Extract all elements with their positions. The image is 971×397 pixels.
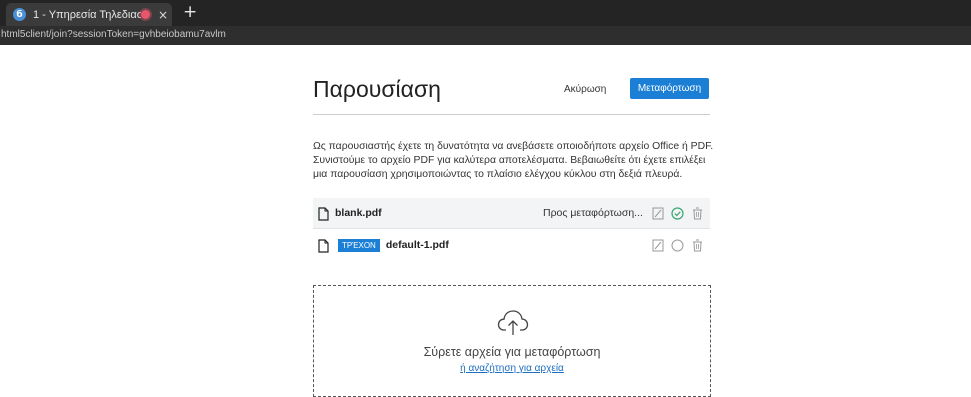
url-text: html5client/join?sessionToken=gvhbeiobam… [1,29,226,40]
site-favicon-icon: б [13,8,26,21]
file-dropzone[interactable]: Σύρετε αρχεία για μεταφόρτωση ή αναζήτησ… [313,285,711,397]
panel-description: Ως παρουσιαστής έχετε τη δυνατότητα να α… [313,141,714,180]
current-badge: ΤΡΈΧΟΝ [338,238,380,252]
cloud-upload-icon [497,308,529,340]
edit-icon[interactable] [651,207,664,220]
file-row: ΤΡΈΧΟΝ default-1.pdf [313,230,710,260]
recording-indicator-icon [141,10,150,19]
new-tab-button[interactable]: + [183,2,197,22]
edit-icon[interactable] [651,239,664,252]
upload-status: Προς μεταφόρτωση... [543,207,643,219]
trash-icon[interactable] [691,207,704,220]
file-icon [318,206,329,221]
tab-close-button[interactable]: × [158,8,168,22]
select-current-radio-icon[interactable] [671,239,684,252]
upload-button[interactable]: Μεταφόρτωση [630,78,709,99]
browser-tab[interactable]: б 1 - Υπηρεσία Τηλεδιασκέ × [6,3,172,26]
browser-tab-bar: б 1 - Υπηρεσία Τηλεδιασκέ × + [0,0,971,26]
file-icon [318,238,329,253]
trash-icon[interactable] [691,239,704,252]
file-row: blank.pdf Προς μεταφόρτωση... [313,198,710,229]
cancel-button[interactable]: Ακύρωση [564,84,606,95]
tab-title: 1 - Υπηρεσία Τηλεδιασκέ [33,8,141,21]
browse-files-link[interactable]: ή αναζήτηση για αρχεία [314,363,710,374]
file-name: default-1.pdf [385,239,449,251]
panel-title: Παρουσίαση [313,76,441,102]
header-divider [313,114,710,115]
select-current-check-icon[interactable] [671,206,684,220]
dropzone-text: Σύρετε αρχεία για μεταφόρτωση [423,345,601,359]
file-name: blank.pdf [335,207,382,219]
address-bar[interactable]: html5client/join?sessionToken=gvhbeiobam… [0,26,971,45]
